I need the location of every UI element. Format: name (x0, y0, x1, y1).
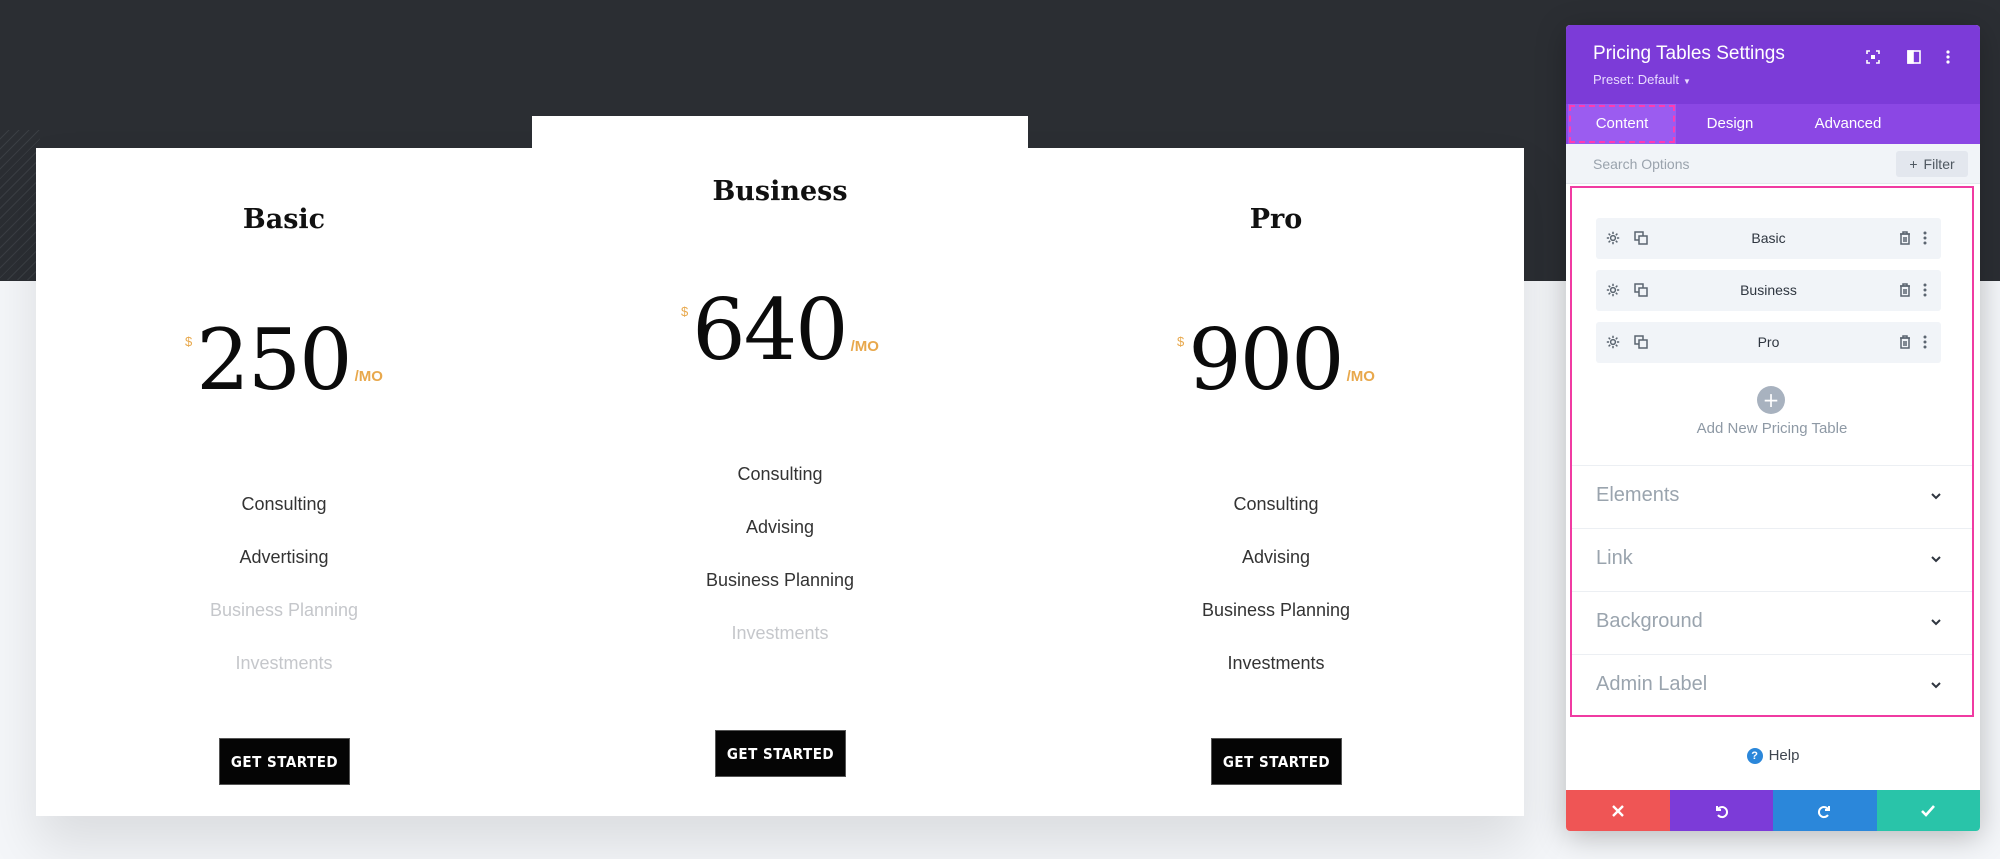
pricing-item-pro[interactable]: Pro (1596, 322, 1941, 363)
sidebar-layout-icon[interactable] (1904, 47, 1924, 67)
currency-symbol: $ (185, 334, 193, 349)
get-started-button[interactable]: Get Started (219, 738, 350, 785)
panel-tabs: Content Design Advanced (1566, 104, 1980, 144)
chevron-down-icon (1928, 614, 1946, 632)
plus-icon: + (1762, 388, 1780, 412)
preset-label: Preset: Default (1593, 72, 1679, 87)
add-pricing-table-label[interactable]: Add New Pricing Table (1572, 420, 1972, 437)
price-amount: 640 (692, 281, 848, 379)
trash-icon[interactable] (1896, 281, 1914, 299)
more-vertical-icon[interactable] (1916, 229, 1934, 247)
price-amount: 250 (196, 311, 352, 409)
feature-list: Consulting Advising Business Planning In… (1028, 478, 1524, 690)
tab-content[interactable]: Content (1568, 104, 1676, 144)
undo-icon (1716, 805, 1729, 818)
save-button[interactable] (1876, 790, 1980, 831)
pricing-table-title: Business (712, 176, 848, 207)
duplicate-icon[interactable] (1632, 281, 1650, 299)
panel-footer (1566, 790, 1980, 831)
get-started-button[interactable]: Get Started (1211, 738, 1342, 785)
discard-button[interactable] (1566, 790, 1670, 831)
duplicate-icon[interactable] (1632, 229, 1650, 247)
pricing-table-title: Basic (242, 204, 326, 235)
search-input[interactable] (1593, 154, 1843, 174)
check-icon (1921, 804, 1936, 817)
feature-item: Business Planning (1201, 600, 1351, 620)
redo-button[interactable] (1773, 790, 1877, 831)
section-admin-label[interactable]: Admin Label (1572, 654, 1972, 717)
price: $ 250 /MO (36, 318, 532, 402)
more-vertical-icon[interactable] (1916, 333, 1934, 351)
undo-button[interactable] (1669, 790, 1773, 831)
more-vertical-icon[interactable] (1938, 47, 1958, 67)
trash-icon[interactable] (1896, 333, 1914, 351)
section-label: Elements (1596, 484, 1680, 506)
currency-symbol: $ (681, 304, 689, 319)
feature-item: Investments (1227, 653, 1325, 673)
feature-item: Consulting (1233, 494, 1319, 514)
panel-title: Pricing Tables Settings (1593, 43, 1785, 64)
price-amount: 900 (1188, 311, 1344, 409)
section-label: Background (1596, 610, 1703, 632)
help-label: Help (1768, 747, 1800, 764)
price: $ 640 /MO (532, 288, 1028, 372)
feature-item: Advertising (239, 547, 329, 567)
tab-advanced[interactable]: Advanced (1788, 104, 1908, 144)
section-elements[interactable]: Elements (1572, 465, 1972, 528)
feature-item: Business Planning (705, 570, 855, 590)
price-period: /MO (1346, 368, 1375, 385)
caret-down-icon: ▼ (1683, 77, 1691, 86)
pricing-table-title: Pro (1249, 204, 1303, 235)
feature-list: Consulting Advertising Business Planning… (36, 478, 532, 690)
pricing-item-basic[interactable]: Basic (1596, 218, 1941, 259)
gear-icon[interactable] (1604, 333, 1622, 351)
preset-dropdown[interactable]: Preset: Default ▼ (1593, 72, 1691, 87)
chevron-down-icon (1928, 551, 1946, 569)
expand-icon[interactable] (1863, 47, 1883, 67)
content-options: Basic Business Pro + Add New Pricing Tab… (1570, 186, 1974, 717)
help-icon: ? (1746, 747, 1763, 764)
trash-icon[interactable] (1896, 229, 1914, 247)
feature-list: Consulting Advising Business Planning In… (532, 448, 1028, 660)
redo-icon (1817, 805, 1830, 818)
chevron-down-icon (1928, 488, 1946, 506)
tab-design[interactable]: Design (1682, 104, 1778, 144)
close-icon (1611, 804, 1624, 817)
feature-item-excluded: Investments (731, 623, 829, 643)
settings-panel[interactable]: Pricing Tables Settings Preset: Default ▼… (1566, 25, 1980, 831)
price: $ 900 /MO (1028, 318, 1524, 402)
feature-item-excluded: Business Planning (209, 600, 359, 620)
filter-button[interactable]: + Filter (1896, 151, 1968, 177)
feature-item: Advising (745, 517, 815, 537)
add-pricing-table-button[interactable]: + (1757, 386, 1785, 414)
section-label: Admin Label (1596, 673, 1708, 695)
section-link[interactable]: Link (1572, 528, 1972, 591)
get-started-button[interactable]: Get Started (715, 730, 846, 777)
search-bar: + Filter (1566, 144, 1980, 184)
feature-item: Consulting (241, 494, 327, 514)
feature-item: Consulting (737, 464, 823, 484)
gear-icon[interactable] (1604, 229, 1622, 247)
more-vertical-icon[interactable] (1916, 281, 1934, 299)
section-background[interactable]: Background (1572, 591, 1972, 654)
pricing-item-business[interactable]: Business (1596, 270, 1941, 311)
hero-decoration (0, 130, 40, 280)
feature-item-excluded: Investments (235, 653, 333, 673)
currency-symbol: $ (1177, 334, 1185, 349)
feature-item: Advising (1241, 547, 1311, 567)
price-period: /MO (354, 368, 383, 385)
duplicate-icon[interactable] (1632, 333, 1650, 351)
plus-icon: + (1909, 156, 1918, 172)
help-link[interactable]: ? Help (1566, 747, 1980, 764)
pricing-table-basic[interactable]: Basic $ 250 /MO Consulting Advertising B… (36, 148, 532, 816)
filter-label: Filter (1923, 156, 1955, 172)
gear-icon[interactable] (1604, 281, 1622, 299)
price-period: /MO (850, 338, 879, 355)
pricing-table-business[interactable]: Business $ 640 /MO Consulting Advising B… (532, 116, 1028, 816)
pricing-table-pro[interactable]: Pro $ 900 /MO Consulting Advising Busine… (1028, 148, 1524, 816)
chevron-down-icon (1928, 677, 1946, 695)
section-label: Link (1596, 547, 1633, 569)
panel-header[interactable]: Pricing Tables Settings Preset: Default ▼ (1566, 25, 1980, 104)
